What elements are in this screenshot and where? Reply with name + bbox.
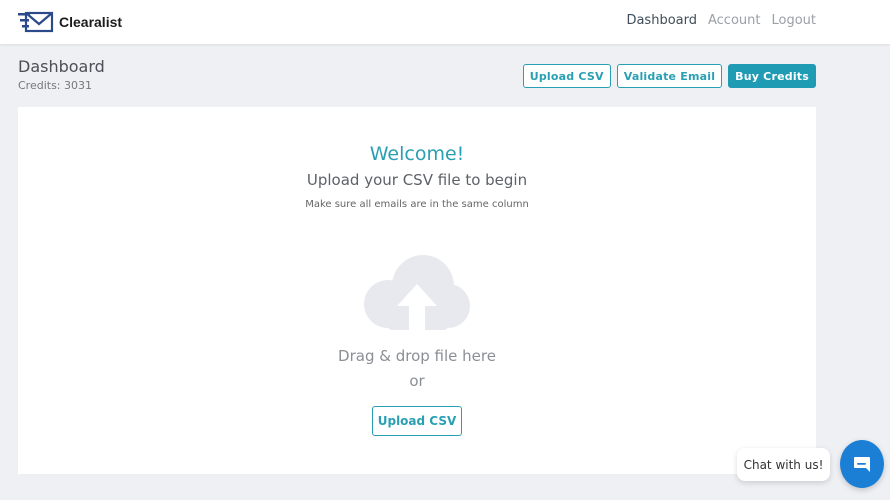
top-navbar: Clearalist Dashboard Account Logout (0, 0, 890, 44)
cloud-upload-icon (364, 255, 470, 332)
page-title: Dashboard (18, 57, 105, 76)
buy-credits-button[interactable]: Buy Credits (728, 64, 816, 88)
upload-csv-button[interactable]: Upload CSV (522, 64, 611, 88)
credits-count: Credits: 3031 (18, 79, 93, 92)
chat-prompt-bubble[interactable]: Chat with us! (737, 448, 830, 481)
dropzone-upload-csv-button[interactable]: Upload CSV (372, 406, 462, 436)
drag-drop-text: Drag & drop file here (338, 347, 496, 365)
main-nav: Dashboard Account Logout (626, 13, 816, 28)
nav-logout[interactable]: Logout (771, 13, 816, 28)
upload-hint: Make sure all emails are in the same col… (305, 199, 529, 210)
nav-dashboard[interactable]: Dashboard (626, 13, 697, 28)
nav-account[interactable]: Account (708, 13, 761, 28)
brand-link[interactable]: Clearalist (18, 10, 122, 34)
upload-dropzone[interactable]: Welcome! Upload your CSV file to begin M… (18, 107, 816, 474)
header-actions: Upload CSV Validate Email Buy Credits (522, 64, 816, 88)
validate-email-button[interactable]: Validate Email (616, 64, 723, 88)
upload-subtitle: Upload your CSV file to begin (306, 171, 528, 189)
brand-name: Clearalist (59, 14, 123, 30)
chat-launcher-button[interactable] (840, 440, 884, 488)
chat-icon (854, 457, 870, 472)
or-divider-text: or (409, 372, 425, 390)
envelope-logo-icon (18, 11, 54, 33)
welcome-heading: Welcome! (369, 143, 465, 165)
